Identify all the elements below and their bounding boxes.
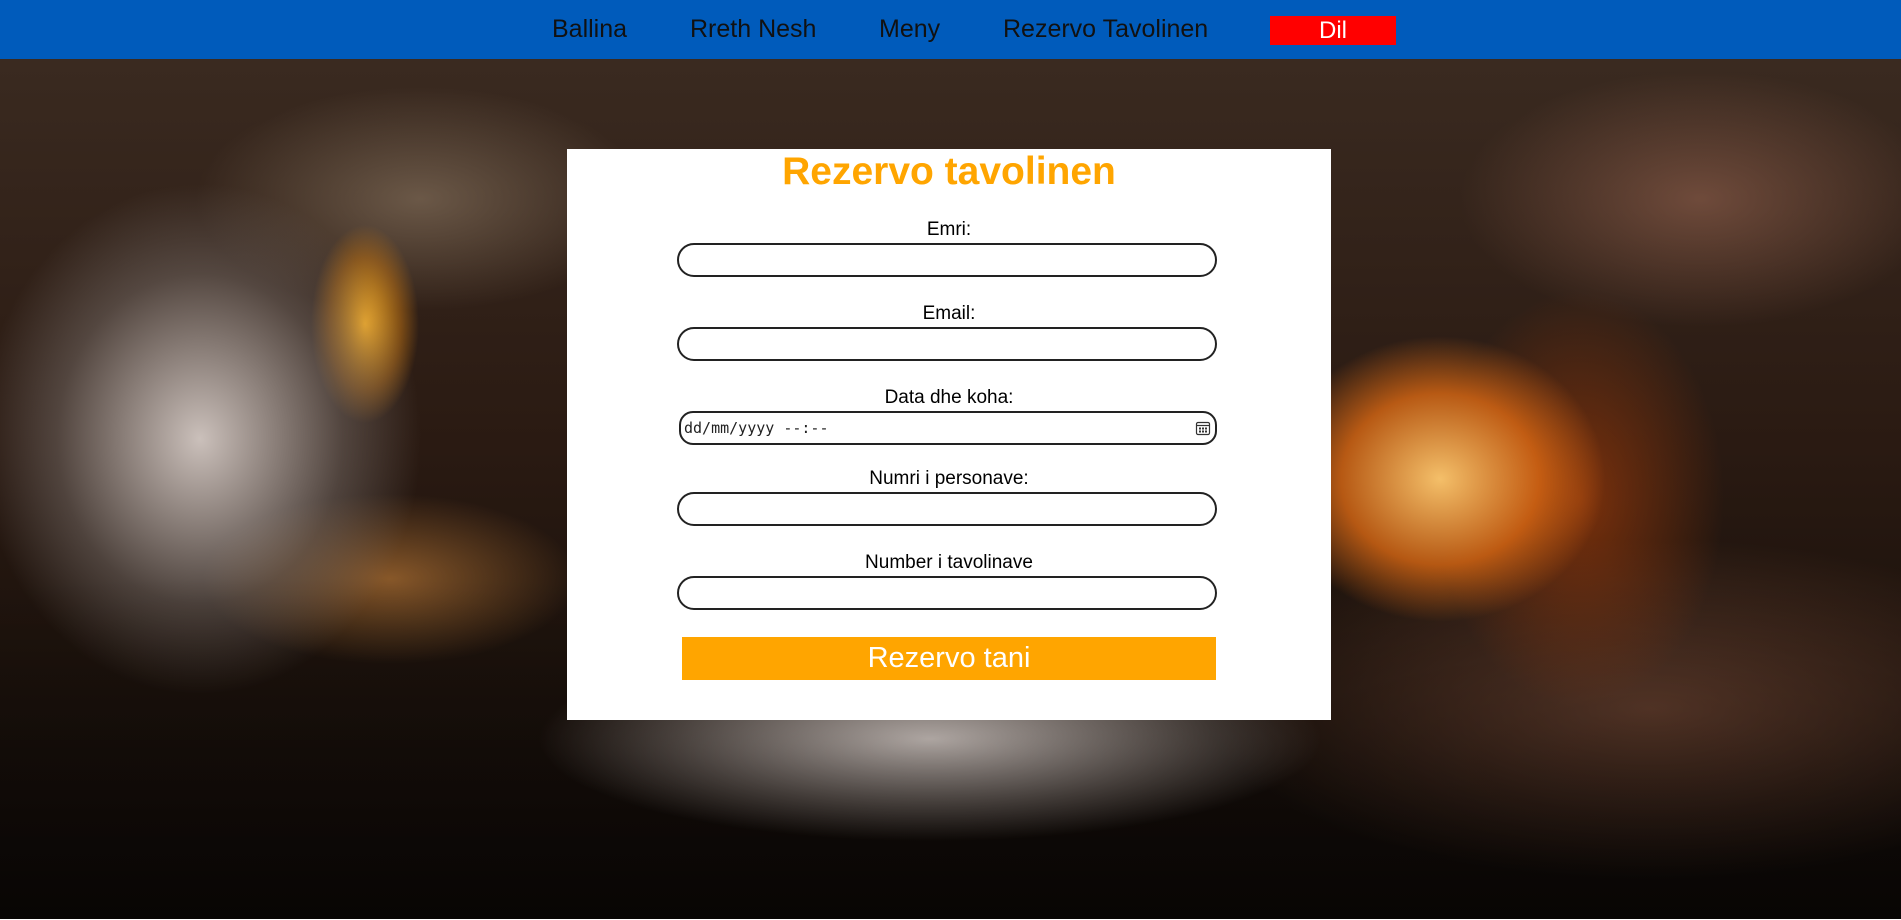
nav-link-meny[interactable]: Meny: [879, 14, 940, 44]
reserve-now-button[interactable]: Rezervo tani: [682, 637, 1216, 680]
form-title: Rezervo tavolinen: [782, 150, 1116, 193]
datetime-input[interactable]: dd/mm/yyyy --:--: [679, 411, 1217, 445]
tables-label: Number i tavolinave: [865, 552, 1033, 573]
email-label: Email:: [922, 303, 976, 324]
top-navbar: Ballina Rreth Nesh Meny Rezervo Tavoline…: [0, 0, 1901, 59]
persons-input[interactable]: [677, 492, 1217, 526]
persons-label: Numri i personave:: [869, 468, 1029, 489]
calendar-icon[interactable]: [1195, 420, 1211, 436]
name-label: Emri:: [926, 219, 972, 240]
name-input[interactable]: [677, 243, 1217, 277]
nav-link-ballina[interactable]: Ballina: [552, 14, 627, 44]
language-button[interactable]: Dil: [1270, 16, 1396, 45]
nav-link-rezervo-tavolinen[interactable]: Rezervo Tavolinen: [1003, 14, 1208, 44]
email-input[interactable]: [677, 327, 1217, 361]
nav-link-rreth-nesh[interactable]: Rreth Nesh: [690, 14, 816, 44]
reservation-form-card: Rezervo tavolinen Emri: Email: Data dhe …: [567, 149, 1331, 720]
datetime-placeholder: dd/mm/yyyy --:--: [684, 419, 829, 437]
tables-input[interactable]: [677, 576, 1217, 610]
datetime-label: Data dhe koha:: [884, 387, 1014, 408]
